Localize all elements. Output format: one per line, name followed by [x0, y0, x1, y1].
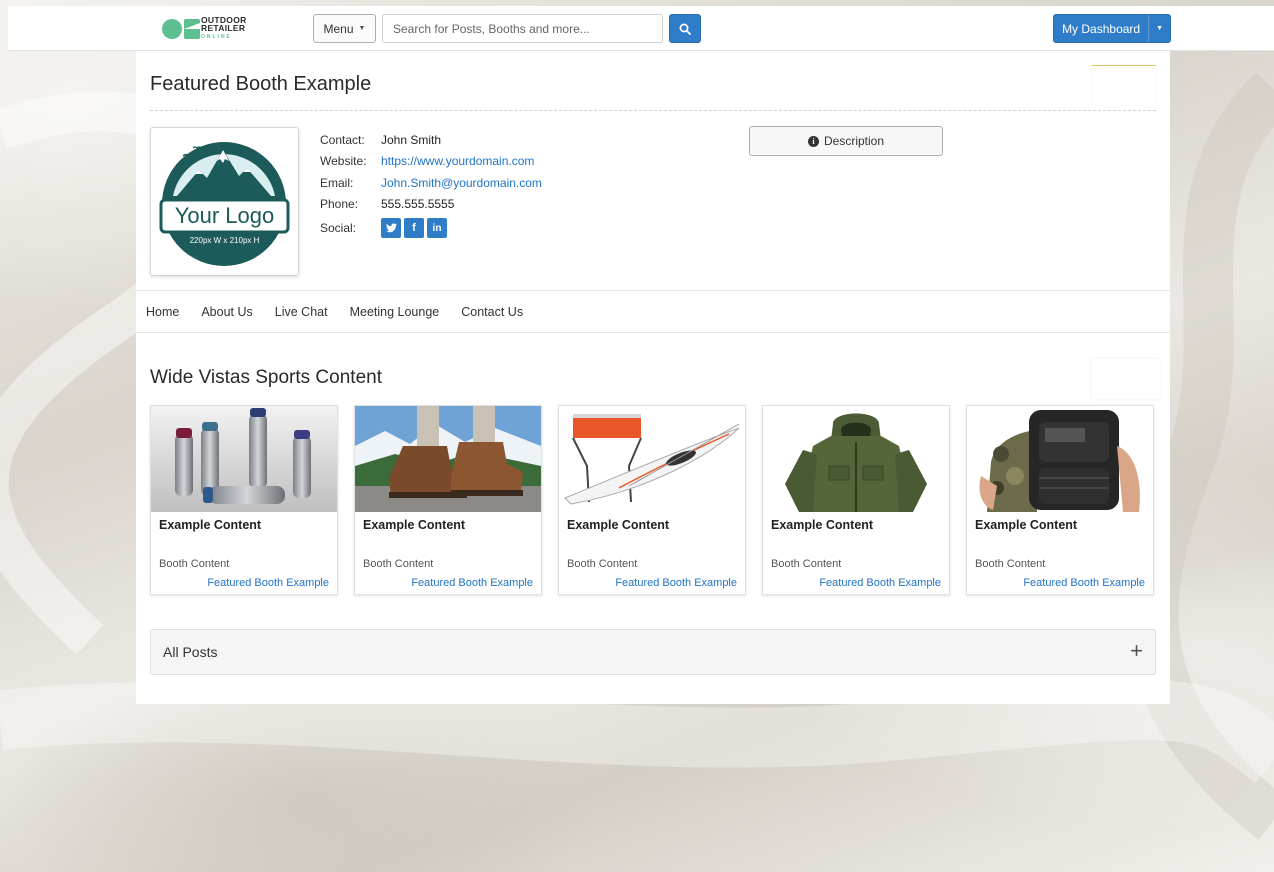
logo-text: OUTDOOR RETAILER ONLINE [201, 16, 247, 41]
card-booth-link[interactable]: Featured Booth Example [207, 577, 329, 589]
logo-line-3: ONLINE [201, 34, 232, 40]
subnav-meeting-lounge[interactable]: Meeting Lounge [350, 305, 440, 319]
content-card[interactable]: Example Content Booth Content Featured B… [150, 405, 338, 595]
contact-name: John Smith [381, 132, 442, 147]
card-booth-link[interactable]: Featured Booth Example [819, 577, 941, 589]
card-title[interactable]: Example Content [975, 518, 1077, 532]
card-title[interactable]: Example Content [771, 518, 873, 532]
all-posts-accordion[interactable]: All Posts + [150, 629, 1156, 675]
caret-down-icon: ▼ [1156, 25, 1164, 32]
social-links: f in [381, 218, 447, 238]
card-type: Booth Content [363, 558, 434, 570]
corner-widget [1092, 65, 1156, 105]
social-label: Social: [320, 221, 357, 235]
dashboard-dropdown-toggle[interactable]: ▼ [1148, 15, 1170, 42]
booth-title: Featured Booth Example [150, 73, 372, 95]
card-type: Booth Content [975, 558, 1046, 570]
folding-kayak-image [559, 406, 745, 512]
logo-size-text: 220px W x 210px H [189, 236, 260, 245]
search-icon [679, 23, 691, 35]
water-bottles-image [151, 406, 337, 512]
twitter-icon[interactable] [381, 218, 401, 238]
info-icon: i [807, 135, 819, 147]
contact-row: Contact: John Smith [320, 129, 542, 151]
content-card[interactable]: Example Content Booth Content Featured B… [762, 405, 950, 595]
title-divider [150, 110, 1156, 111]
phone-row: Phone: 555.555.5555 [320, 194, 542, 216]
search-input[interactable] [382, 14, 663, 43]
content-card[interactable]: Example Content Booth Content Featured B… [966, 405, 1154, 595]
contact-label: Contact: [320, 132, 365, 147]
booth-logo-card: Your Logo 220px W x 210px H [150, 127, 299, 276]
card-booth-link[interactable]: Featured Booth Example [411, 577, 533, 589]
website-label: Website: [320, 154, 367, 169]
card-type: Booth Content [159, 558, 230, 570]
menu-button[interactable]: Menu ▼ [313, 14, 376, 43]
content-cards: Example Content Booth Content Featured B… [150, 405, 1154, 595]
caret-down-icon: ▼ [358, 25, 366, 32]
website-link[interactable]: https://www.yourdomain.com [381, 154, 534, 168]
search-button[interactable] [669, 14, 701, 43]
booth-contact-info: Contact: John Smith Website: https://www… [320, 129, 542, 241]
card-title[interactable]: Example Content [363, 518, 465, 532]
subnav-about-us[interactable]: About Us [201, 305, 252, 319]
facebook-icon[interactable]: f [404, 218, 424, 238]
booth-panel: Featured Booth Example Your Logo 220px W… [136, 51, 1170, 704]
booth-logo-image [159, 142, 290, 266]
subnav-live-chat[interactable]: Live Chat [275, 305, 328, 319]
top-navbar: OUTDOOR RETAILER ONLINE Menu ▼ My Dashbo… [8, 6, 1274, 51]
menu-button-label: Menu [323, 21, 354, 36]
phone-label: Phone: [320, 197, 359, 212]
email-link[interactable]: John.Smith@yourdomain.com [381, 176, 542, 190]
card-booth-link[interactable]: Featured Booth Example [1023, 577, 1145, 589]
content-card[interactable]: Example Content Booth Content Featured B… [558, 405, 746, 595]
card-booth-link[interactable]: Featured Booth Example [615, 577, 737, 589]
green-jacket-image [763, 406, 949, 512]
subnav-home[interactable]: Home [146, 305, 179, 319]
logo-line-2: RETAILER [201, 23, 246, 33]
booth-subnav: Home About Us Live Chat Meeting Lounge C… [136, 290, 1170, 333]
card-type: Booth Content [567, 558, 638, 570]
content-section-title: Wide Vistas Sports Content [150, 367, 382, 388]
logo-placeholder-text: Your Logo [174, 203, 275, 228]
hiking-boots-image [355, 406, 541, 512]
website-row: Website: https://www.yourdomain.com [320, 151, 542, 173]
site-logo[interactable]: OUTDOOR RETAILER ONLINE [161, 15, 281, 43]
card-type: Booth Content [771, 558, 842, 570]
email-row: Email: John.Smith@yourdomain.com [320, 172, 542, 194]
phone-number: 555.555.5555 [381, 197, 455, 212]
email-label: Email: [320, 175, 354, 190]
outdoor-retailer-logo-icon [162, 19, 200, 39]
social-row: Social: f in [320, 215, 542, 241]
description-button[interactable]: i Description [749, 126, 943, 156]
tactical-backpack-image [967, 406, 1153, 512]
dashboard-button[interactable]: My Dashboard ▼ [1053, 14, 1171, 43]
dashboard-button-label: My Dashboard [1062, 21, 1141, 36]
section-corner-widget [1092, 359, 1160, 399]
card-title[interactable]: Example Content [567, 518, 669, 532]
card-title[interactable]: Example Content [159, 518, 261, 532]
all-posts-label: All Posts [163, 644, 218, 660]
subnav-contact-us[interactable]: Contact Us [461, 305, 523, 319]
description-button-label: Description [823, 134, 885, 148]
content-card[interactable]: Example Content Booth Content Featured B… [354, 405, 542, 595]
plus-icon[interactable]: + [1130, 638, 1143, 664]
linkedin-icon[interactable]: in [427, 218, 447, 238]
